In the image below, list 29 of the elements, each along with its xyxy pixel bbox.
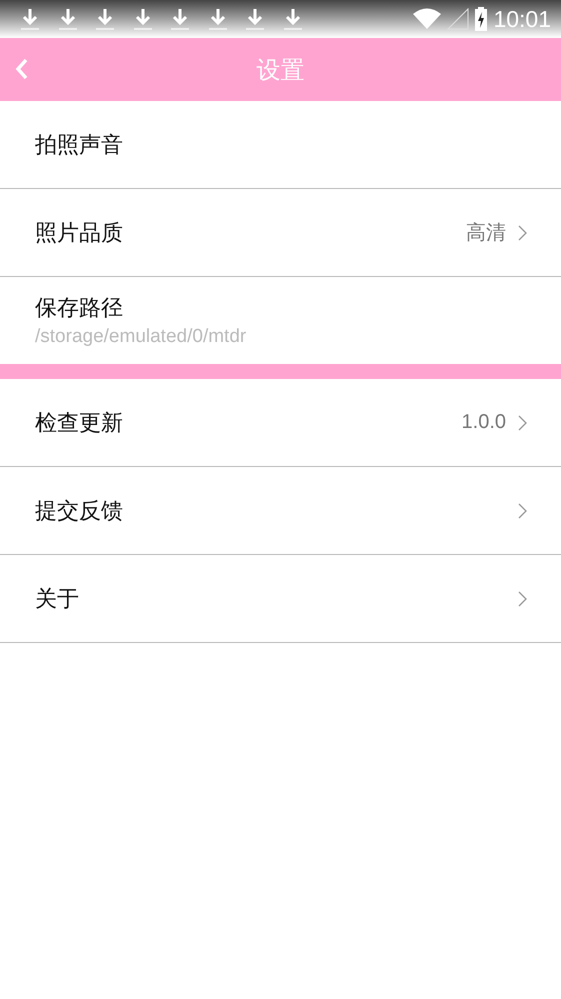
download-icon bbox=[93, 7, 117, 31]
download-icon bbox=[18, 7, 42, 31]
row-label: 拍照声音 bbox=[35, 132, 124, 160]
battery-icon bbox=[475, 7, 488, 31]
row-subtitle: /storage/emulated/0/mtdr bbox=[35, 326, 246, 348]
download-icon bbox=[243, 7, 267, 31]
page-title: 设置 bbox=[256, 54, 304, 86]
settings-row[interactable]: 保存路径 /storage/emulated/0/mtdr bbox=[0, 277, 561, 364]
row-label: 保存路径 bbox=[35, 295, 123, 323]
settings-row[interactable]: 提交反馈 bbox=[0, 467, 561, 555]
chevron-right-icon bbox=[518, 590, 527, 606]
row-label: 提交反馈 bbox=[35, 498, 124, 526]
chevron-right-icon bbox=[518, 502, 527, 518]
row-value: 高清 bbox=[466, 221, 506, 246]
wifi-icon bbox=[413, 8, 442, 30]
chevron-right-icon bbox=[518, 224, 527, 240]
row-label: 关于 bbox=[35, 586, 80, 614]
signal-icon bbox=[447, 8, 470, 30]
download-icon bbox=[168, 7, 192, 31]
settings-row[interactable]: 拍照声音 bbox=[0, 101, 561, 189]
row-value: 1.0.0 bbox=[462, 411, 506, 434]
chevron-right-icon bbox=[518, 414, 527, 430]
clock-time: 10:01 bbox=[493, 6, 551, 32]
settings-row[interactable]: 检查更新 1.0.0 bbox=[0, 379, 561, 467]
back-icon[interactable] bbox=[15, 58, 29, 80]
row-label: 检查更新 bbox=[35, 410, 124, 438]
row-label: 照片品质 bbox=[35, 220, 124, 248]
settings-row[interactable]: 照片品质 高清 bbox=[0, 189, 561, 277]
settings-row[interactable]: 关于 bbox=[0, 555, 561, 643]
